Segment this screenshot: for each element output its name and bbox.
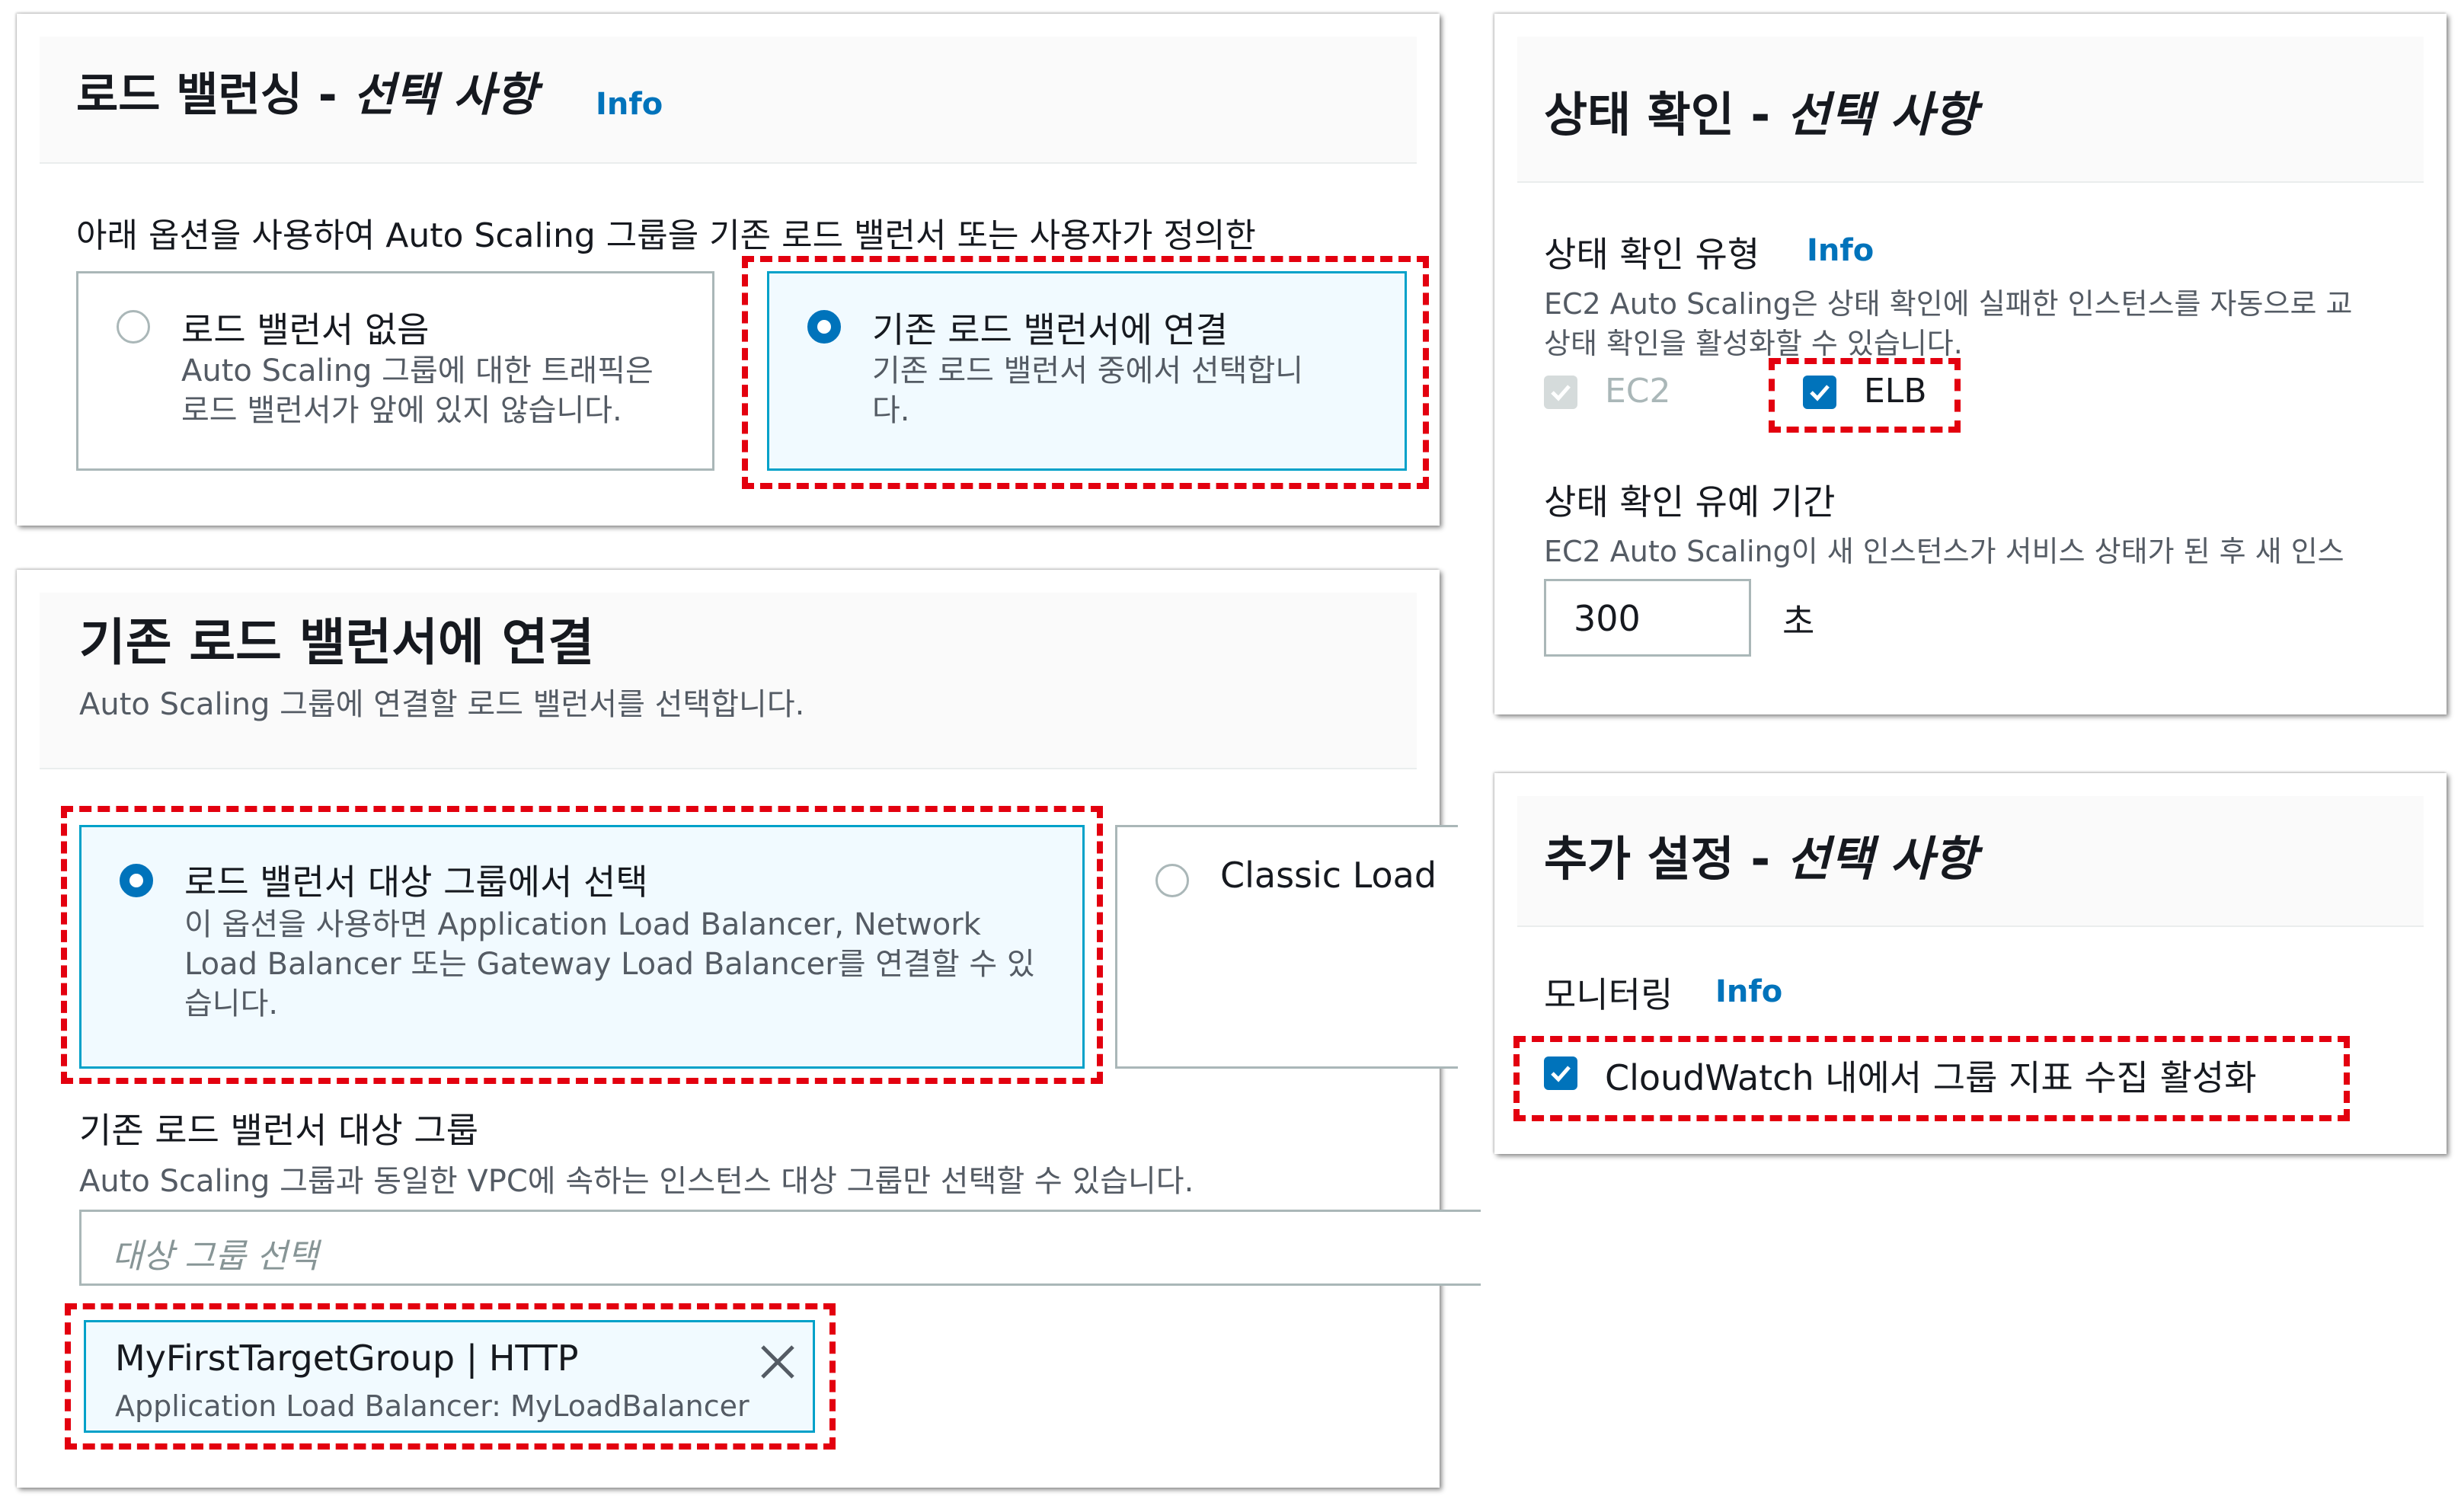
health-type-desc-line1: EC2 Auto Scaling은 상태 확인에 실패한 인스턴스를 자동으로 … [1544, 287, 2353, 321]
panel-title: 상태 확인 - 선택 사항 [1544, 87, 1977, 142]
target-group-label: 기존 로드 밸런서 대상 그룹 [79, 1110, 479, 1151]
option-classic-load-balancer[interactable]: Classic Load [1115, 825, 1458, 1069]
elb-label: ELB [1864, 372, 1927, 411]
token-sub: Application Load Balancer: MyLoadBalance… [115, 1389, 749, 1423]
health-check-panel: 상태 확인 - 선택 사항 상태 확인 유형 Info EC2 Auto Sca… [1494, 14, 2447, 714]
option-label: 기존 로드 밸런서에 연결 [872, 309, 1229, 350]
panel-subtitle: Auto Scaling 그룹에 연결할 로드 밸런서를 선택합니다. [79, 687, 805, 722]
option-existing-load-balancer[interactable]: 기존 로드 밸런서에 연결 기존 로드 밸런서 중에서 선택합니 다. [767, 271, 1407, 471]
ec2-checkbox [1544, 376, 1577, 409]
additional-settings-panel: 추가 설정 - 선택 사항 모니터링 Info CloudWatch 내에서 그… [1494, 773, 2447, 1154]
monitoring-label: 모니터링 [1544, 974, 1673, 1015]
info-link[interactable]: Info [1807, 233, 1874, 268]
token-name: MyFirstTargetGroup | HTTP [115, 1338, 579, 1379]
grace-period-input[interactable]: 300 [1544, 579, 1751, 657]
radio-classic-load-balancer[interactable] [1155, 864, 1189, 897]
cloudwatch-checkbox[interactable] [1544, 1056, 1577, 1090]
selected-target-group-token: MyFirstTargetGroup | HTTP Application Lo… [84, 1320, 815, 1433]
grace-period-value: 300 [1574, 598, 1641, 639]
info-link[interactable]: Info [596, 87, 663, 122]
option-label: Classic Load [1220, 855, 1437, 896]
option-desc-line1: 이 옵션을 사용하면 Application Load Balancer, Ne… [184, 907, 981, 942]
option-desc-line3: 습니다. [184, 986, 279, 1021]
elb-checkbox[interactable] [1803, 376, 1836, 409]
option-desc-line1: Auto Scaling 그룹에 대한 트래픽은 [181, 353, 654, 388]
health-type-label: 상태 확인 유형 [1544, 234, 1760, 275]
load-balancing-panel: 로드 밸런싱 - 선택 사항 Info 아래 옵션을 사용하여 Auto Sca… [17, 14, 1440, 526]
panel-title: 로드 밸런싱 - 선택 사항 [76, 69, 538, 122]
panel-title: 추가 설정 - 선택 사항 [1544, 831, 1977, 887]
cloudwatch-label: CloudWatch 내에서 그룹 지표 수집 활성화 [1605, 1057, 2257, 1098]
grace-period-label: 상태 확인 유예 기간 [1544, 481, 1836, 523]
close-icon[interactable] [758, 1342, 797, 1382]
option-desc-line2: 다. [872, 393, 910, 428]
grace-period-unit: 초 [1782, 601, 1815, 642]
health-type-desc-line2: 상태 확인을 활성화할 수 있습니다. [1544, 327, 1963, 360]
radio-existing-load-balancer[interactable] [807, 310, 841, 344]
target-group-placeholder: 대상 그룹 선택 [112, 1237, 318, 1276]
radio-target-group[interactable] [120, 864, 153, 897]
panel-title: 기존 로드 밸런서에 연결 [79, 613, 595, 672]
target-group-desc: Auto Scaling 그룹과 동일한 VPC에 속하는 인스턴스 대상 그룹… [79, 1164, 1194, 1199]
option-label: 로드 밸런서 없음 [181, 309, 430, 350]
attach-load-balancer-panel: 기존 로드 밸런서에 연결 Auto Scaling 그룹에 연결할 로드 밸런… [17, 570, 1481, 1488]
target-group-select[interactable]: 대상 그룹 선택 [79, 1210, 1481, 1286]
ec2-label: EC2 [1605, 372, 1671, 411]
radio-no-load-balancer[interactable] [117, 310, 150, 344]
option-desc-line2: Load Balancer 또는 Gateway Load Balancer를 … [184, 947, 1035, 982]
grace-period-desc: EC2 Auto Scaling이 새 인스턴스가 서비스 상태가 된 후 새 … [1544, 535, 2344, 568]
intro-text: 아래 옵션을 사용하여 Auto Scaling 그룹을 기존 로드 밸런서 또… [76, 216, 1256, 255]
option-target-group[interactable]: 로드 밸런서 대상 그룹에서 선택 이 옵션을 사용하면 Application… [79, 825, 1085, 1069]
option-no-load-balancer[interactable]: 로드 밸런서 없음 Auto Scaling 그룹에 대한 트래픽은 로드 밸런… [76, 271, 714, 471]
info-link[interactable]: Info [1715, 974, 1782, 1009]
option-label: 로드 밸런서 대상 그룹에서 선택 [184, 861, 648, 903]
option-desc-line2: 로드 밸런서가 앞에 있지 않습니다. [181, 393, 622, 428]
option-desc-line1: 기존 로드 밸런서 중에서 선택합니 [872, 353, 1304, 388]
